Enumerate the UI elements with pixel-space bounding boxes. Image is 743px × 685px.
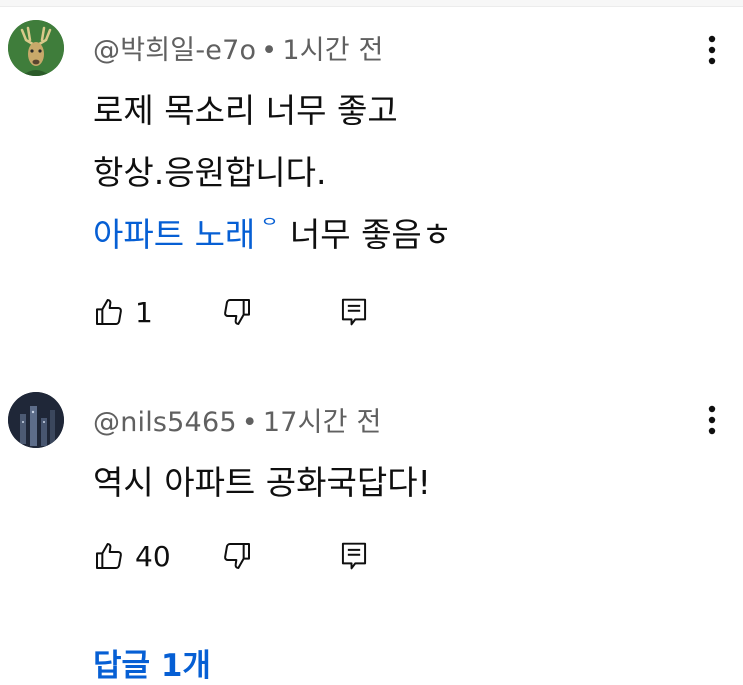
more-vert-icon xyxy=(708,35,716,65)
comment-time: 17시간 전 xyxy=(262,407,382,438)
superscript-mark: ᄋ xyxy=(261,216,278,237)
reply-icon xyxy=(341,542,367,570)
comment-actions: 40 xyxy=(93,536,413,576)
comment-text-line: 역시 아파트 공화국답다! xyxy=(93,463,431,502)
comment-item: @nils5465 • 17시간 전 역시 아파트 공화국답다! 40 xyxy=(0,360,743,630)
hashtag-link[interactable]: 아파트 노래 xyxy=(93,215,255,254)
comment-text-line: 로제 목소리 너무 좋고 xyxy=(93,91,398,130)
dislike-button[interactable] xyxy=(221,292,253,332)
more-options-button[interactable] xyxy=(694,28,730,72)
author-avatar[interactable] xyxy=(8,20,64,76)
meta-separator: • xyxy=(241,407,258,438)
more-vert-icon xyxy=(708,405,716,435)
reply-button[interactable] xyxy=(339,536,369,576)
author-name[interactable]: @박희일-e7o xyxy=(93,35,256,66)
author-name[interactable]: @nils5465 xyxy=(93,407,237,438)
comment-item: @박희일-e7o • 1시간 전 로제 목소리 너무 좋고 항상.응원합니다. 아파… xyxy=(0,0,743,360)
thumbs-down-icon xyxy=(224,299,250,325)
like-count: 1 xyxy=(135,295,153,329)
night-avatar-icon xyxy=(8,392,64,448)
meta-separator: • xyxy=(261,35,278,66)
more-options-button[interactable] xyxy=(694,398,730,442)
comment-actions: 1 xyxy=(93,292,413,332)
comment-meta: @nils5465 • 17시간 전 xyxy=(93,400,382,439)
comment-meta: @박희일-e7o • 1시간 전 xyxy=(93,28,384,67)
comment-text-rest: 너무 좋음ㅎ xyxy=(289,215,453,254)
dislike-button[interactable] xyxy=(221,536,253,576)
reply-button[interactable] xyxy=(339,292,369,332)
author-avatar[interactable] xyxy=(8,392,64,448)
thumbs-up-icon xyxy=(96,543,122,569)
deer-avatar-icon xyxy=(8,20,64,76)
like-count: 40 xyxy=(135,539,171,573)
comment-time: 1시간 전 xyxy=(282,35,384,66)
view-replies-button[interactable]: 답글 1개 xyxy=(93,640,211,685)
thumbs-up-icon xyxy=(96,299,122,325)
comment-text-line: 아파트 노래 ᄋ 너무 좋음ㅎ xyxy=(93,208,452,256)
thumbs-down-icon xyxy=(224,543,250,569)
like-button[interactable]: 40 xyxy=(93,536,171,576)
reply-icon xyxy=(341,298,367,326)
like-button[interactable]: 1 xyxy=(93,292,153,332)
comment-text-line: 항상.응원합니다. xyxy=(93,153,327,192)
